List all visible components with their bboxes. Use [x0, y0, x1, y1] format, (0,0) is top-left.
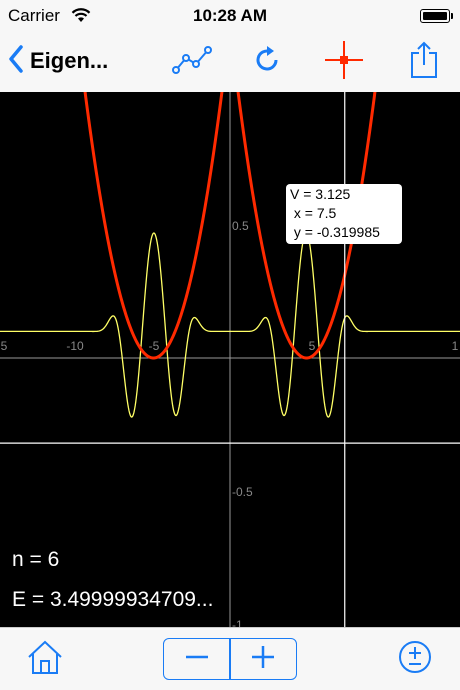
energy-label: E = 3.49999934709...	[12, 588, 214, 611]
graph-nodes-icon	[172, 45, 212, 79]
bottom-toolbar	[0, 627, 460, 690]
eigenstate-plot[interactable]: 5 -10 -5 5 1 0.5 -0.5 -1 V = 3.125 x = 7.5 y = …	[0, 92, 460, 627]
status-bar: Carrier 10:28 AM	[0, 0, 460, 32]
plot-canvas: 5 -10 -5 5 1 0.5 -0.5 -1	[0, 92, 460, 627]
readout-x: x = 7.5	[290, 205, 337, 221]
clock: 10:28 AM	[192, 6, 267, 25]
y-tick-label: -1	[232, 618, 243, 627]
quantum-number-label: n = 6	[12, 548, 60, 571]
y-tick-label: -0.5	[232, 485, 253, 499]
share-button[interactable]	[402, 41, 446, 84]
battery-icon	[420, 9, 453, 23]
crosshair-button[interactable]	[322, 40, 366, 85]
x-tick-label: 5	[1, 339, 8, 353]
readout-v: V = 3.125	[290, 186, 351, 202]
home-icon	[26, 638, 64, 681]
x-tick-label: -10	[66, 339, 84, 353]
x-tick-label: -5	[149, 339, 160, 353]
refresh-icon	[252, 45, 282, 80]
decrement-button[interactable]	[164, 639, 229, 679]
graph-style-button[interactable]	[170, 42, 214, 82]
back-button[interactable]: Eigen...	[8, 44, 108, 78]
x-tick-label: 5	[309, 339, 316, 353]
readout-y: y = -0.319985	[290, 224, 380, 240]
crosshair-readout: V = 3.125 x = 7.5 y = -0.319985	[286, 184, 402, 244]
share-icon	[409, 41, 439, 84]
navigation-bar: Eigen...	[0, 32, 460, 92]
plus-minus-icon	[398, 640, 432, 679]
sign-toggle-button[interactable]	[396, 640, 434, 678]
refresh-button[interactable]	[245, 42, 289, 82]
minus-icon	[184, 644, 210, 675]
chevron-left-icon	[8, 44, 24, 78]
level-stepper[interactable]	[163, 638, 297, 680]
x-tick-label: 1	[452, 339, 459, 353]
y-tick-label: 0.5	[232, 219, 249, 233]
plus-icon	[250, 644, 276, 675]
home-button[interactable]	[24, 638, 66, 680]
back-button-label: Eigen...	[30, 48, 109, 73]
increment-button[interactable]	[231, 639, 296, 679]
crosshair-icon	[324, 40, 364, 85]
